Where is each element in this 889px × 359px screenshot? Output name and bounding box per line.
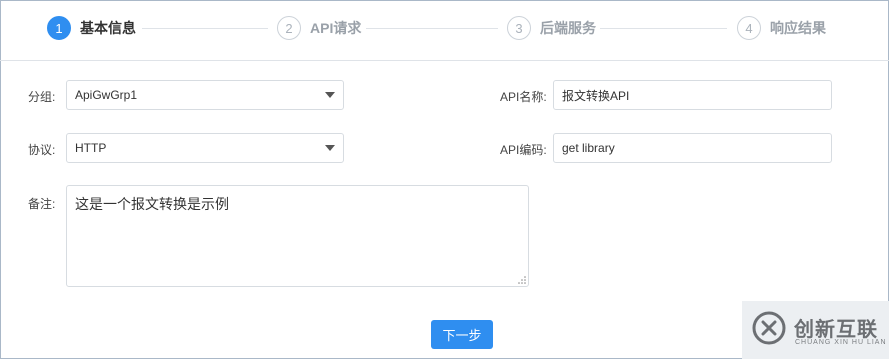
step-api-request[interactable]: 2 API请求 (277, 16, 361, 40)
step-label: 响应结果 (770, 20, 826, 36)
step-number: 2 (277, 16, 301, 40)
group-select[interactable]: ApiGwGrp1 (66, 80, 344, 110)
next-step-button[interactable]: 下一步 (431, 320, 493, 349)
remark-textarea[interactable]: 这是一个报文转换是示例 (66, 185, 529, 287)
step-connector (366, 28, 498, 29)
protocol-label: 协议: (28, 143, 56, 157)
step-label: API请求 (310, 20, 362, 36)
group-select-value: ApiGwGrp1 (75, 88, 138, 102)
steps-bar: 1 基本信息 2 API请求 3 后端服务 4 响应结果 (0, 0, 889, 61)
chevron-down-icon (325, 92, 335, 98)
api-code-input[interactable]: get library (553, 133, 832, 163)
api-name-input[interactable]: 报文转换API (553, 80, 832, 110)
chevron-down-icon (325, 145, 335, 151)
api-name-value: 报文转换API (562, 88, 630, 103)
protocol-select-value: HTTP (75, 141, 107, 155)
step-backend-service[interactable]: 3 后端服务 (507, 16, 596, 40)
step-connector (600, 28, 727, 29)
remark-label: 备注: (28, 197, 56, 211)
remark-value: 这是一个报文转换是示例 (75, 196, 229, 212)
group-label: 分组: (28, 90, 56, 104)
step-number: 1 (47, 16, 71, 40)
resize-handle-icon[interactable] (518, 276, 526, 284)
step-number: 4 (737, 16, 761, 40)
step-label: 基本信息 (80, 20, 136, 36)
brand-logo-icon (752, 311, 786, 345)
step-label: 后端服务 (540, 20, 596, 36)
watermark-subtext: CHUANG XIN HU LIAN (795, 339, 887, 346)
step-response-result[interactable]: 4 响应结果 (737, 16, 826, 40)
step-number: 3 (507, 16, 531, 40)
watermark-logo: 创新互联 CHUANG XIN HU LIAN (742, 301, 889, 359)
protocol-select[interactable]: HTTP (66, 133, 344, 163)
api-code-value: get library (562, 141, 615, 155)
step-basic-info[interactable]: 1 基本信息 (47, 16, 136, 40)
watermark-text: 创新互联 (794, 319, 878, 341)
api-name-label: API名称: (500, 90, 547, 104)
step-connector (142, 28, 268, 29)
api-code-label: API编码: (500, 143, 547, 157)
